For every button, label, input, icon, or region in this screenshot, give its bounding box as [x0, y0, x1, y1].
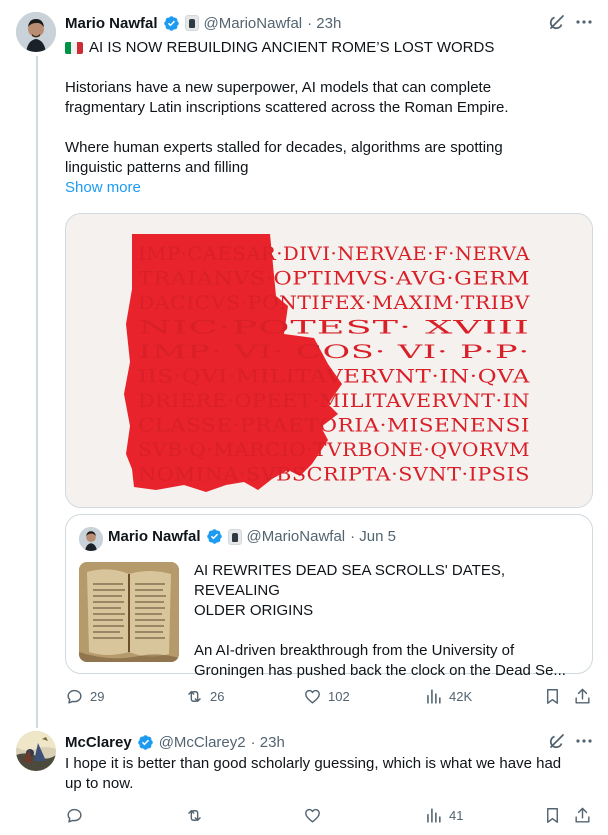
- views-count: 41: [449, 808, 464, 823]
- bookmark-button[interactable]: [543, 687, 562, 706]
- reply-text-line: I hope it is better than good scholarly …: [65, 755, 562, 772]
- verified-badge-icon: [137, 734, 154, 751]
- grok-icon[interactable]: [547, 12, 567, 32]
- quote-body-line: Groningen has pushed back the clock on t…: [194, 662, 566, 679]
- share-icon: [575, 807, 590, 823]
- inscription-line: DACICVS·PONTIFEX·MAXIM·TRIBV: [138, 292, 530, 314]
- like-button[interactable]: 102: [303, 687, 350, 706]
- thread-line: [36, 56, 38, 728]
- reply-count: 29: [90, 689, 105, 704]
- painting-avatar-icon: [16, 731, 56, 771]
- tweet-headline: AI IS NOW REBUILDING ANCIENT ROME’S LOST…: [89, 39, 495, 56]
- share-button[interactable]: [573, 687, 592, 706]
- author-handle[interactable]: @MarioNawfal: [204, 15, 303, 32]
- like-button[interactable]: [303, 806, 322, 825]
- quote-time: · Jun 5: [350, 528, 396, 545]
- tweet-paragraph-line: fragmentary Latin inscriptions scattered…: [65, 99, 509, 116]
- quote-author-handle: @MarioNawfal: [246, 528, 346, 545]
- affiliate-badge-icon[interactable]: [184, 15, 199, 31]
- quote-thumbnail-image: [79, 562, 179, 662]
- show-more-link[interactable]: Show more: [65, 178, 595, 198]
- bookmark-icon: [547, 808, 558, 823]
- reply-icon: [67, 808, 82, 823]
- share-button[interactable]: [573, 806, 592, 825]
- more-options-icon[interactable]: [574, 731, 594, 751]
- repost-icon: [188, 691, 201, 702]
- inscription-line: NOMINA·SVBSCRIPTA·SVNT·IPSIS: [138, 464, 530, 486]
- views-chart-icon: [427, 689, 441, 704]
- author-avatar[interactable]: [16, 12, 56, 52]
- inscription-line: NIC·POTEST· XVIII: [138, 317, 530, 339]
- more-options-icon[interactable]: [574, 12, 594, 32]
- tweet-paragraph-line: Historians have a new superpower, AI mod…: [65, 79, 492, 96]
- bookmark-button[interactable]: [543, 806, 562, 825]
- inscription-line: CLASSE·PRAETORIA·MISENENSI: [138, 415, 530, 437]
- tweet-body: AI IS NOW REBUILDING ANCIENT ROME’S LOST…: [65, 38, 595, 198]
- views-chart-icon: [427, 808, 441, 823]
- repost-icon: [188, 810, 201, 821]
- heart-icon: [305, 808, 320, 823]
- tweet-time[interactable]: · 23h: [307, 15, 341, 32]
- views-button[interactable]: 41: [424, 806, 463, 825]
- repost-count: 26: [210, 689, 225, 704]
- reply-author-avatar[interactable]: [16, 731, 56, 771]
- quote-title-line: AI REWRITES DEAD SEA SCROLLS' DATES, REV…: [194, 562, 505, 599]
- inscription-line: IMP· VI· COS· VI· P·P·: [138, 341, 530, 363]
- views-button[interactable]: 42K: [424, 687, 472, 706]
- grok-icon[interactable]: [547, 731, 567, 751]
- repost-button[interactable]: 26: [185, 687, 224, 706]
- heart-icon: [305, 689, 320, 704]
- person-avatar-icon: [79, 527, 103, 551]
- tweet-paragraph-line: Where human experts stalled for decades,…: [65, 139, 503, 156]
- inscription-line: TRAIANVS·OPTIMVS·AVG·GERM: [138, 268, 530, 290]
- reply-button[interactable]: [65, 806, 84, 825]
- tweet-paragraph-line: linguistic patterns and filling: [65, 159, 249, 176]
- verified-badge-icon: [206, 528, 223, 545]
- author-name[interactable]: Mario Nawfal: [65, 15, 158, 32]
- latin-inscription-image: IMP·CAESAR·DIVI·NERVAE·F·NERVA TRAIANVS·O…: [66, 214, 592, 507]
- tweet-media-image[interactable]: IMP·CAESAR·DIVI·NERVAE·F·NERVA TRAIANVS·O…: [65, 213, 593, 508]
- verified-badge-icon: [163, 15, 180, 32]
- repost-button[interactable]: [185, 806, 204, 825]
- quote-title-line: OLDER ORIGINS: [194, 602, 314, 619]
- inscription-line: SVB·Q·MARCIO·TVRBONE·QVORVM: [138, 439, 530, 461]
- views-count: 42K: [449, 689, 473, 704]
- bookmark-icon: [547, 689, 558, 704]
- reply-time[interactable]: · 23h: [251, 734, 285, 751]
- inscription-line: DRIERE·OPEET·MILITAVERVNT·IN: [138, 390, 530, 412]
- quoted-tweet[interactable]: Mario Nawfal @MarioNawfal · Jun 5 AI REW…: [65, 514, 593, 679]
- inscription-line: IIS·QVI·MILITAVERVNT·IN·QVA: [138, 366, 530, 388]
- quote-body-line: An AI-driven breakthrough from the Unive…: [194, 642, 515, 659]
- inscription-line: IMP·CAESAR·DIVI·NERVAE·F·NERVA: [138, 243, 530, 265]
- reply-icon: [67, 689, 82, 704]
- affiliate-badge-icon: [227, 528, 242, 545]
- like-count: 102: [328, 689, 350, 704]
- share-icon: [575, 688, 590, 704]
- reply-button[interactable]: 29: [65, 687, 104, 706]
- person-avatar-icon: [16, 12, 56, 52]
- reply-text-line: up to now.: [65, 775, 134, 792]
- reply-author-name[interactable]: McClarey: [65, 734, 132, 751]
- quote-author-name: Mario Nawfal: [108, 528, 201, 545]
- italy-flag-icon: [65, 42, 83, 54]
- quote-author-avatar: [79, 527, 103, 551]
- reply-author-handle[interactable]: @McClarey2: [159, 734, 246, 751]
